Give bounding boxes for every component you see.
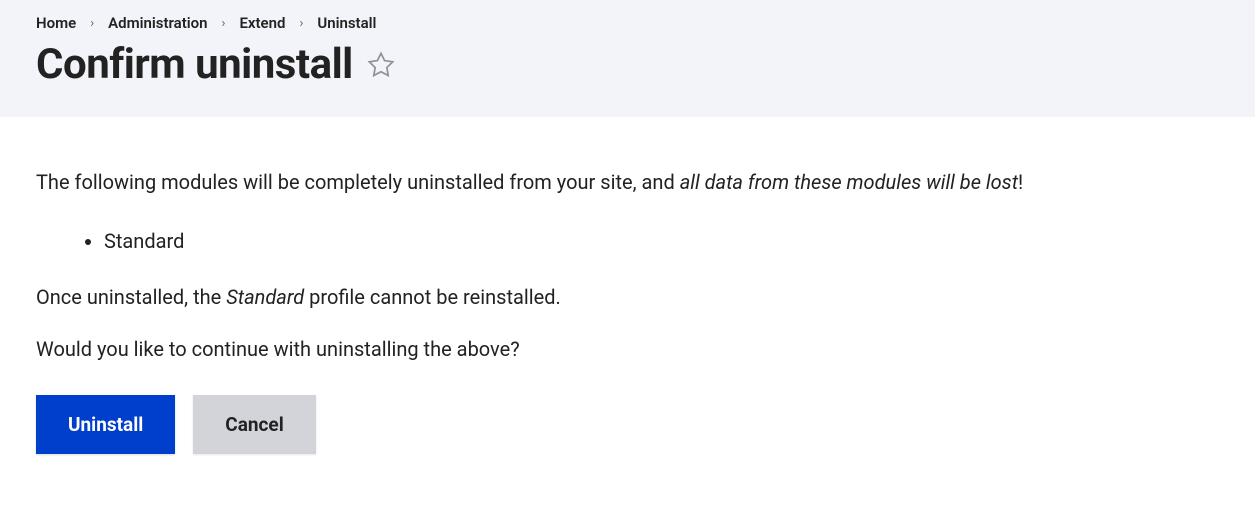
button-row: Uninstall Cancel	[36, 395, 1219, 454]
breadcrumb: Home › Administration › Extend › Uninsta…	[36, 14, 1219, 32]
content-region: The following modules will be completely…	[0, 117, 1255, 484]
breadcrumb-home[interactable]: Home	[36, 14, 76, 32]
chevron-right-icon: ›	[90, 16, 94, 31]
reinstall-warning: Once uninstalled, the Standard profile c…	[36, 285, 1219, 309]
module-list: Standard	[36, 225, 1219, 257]
uninstall-button[interactable]: Uninstall	[36, 395, 175, 454]
module-list-item: Standard	[104, 225, 1219, 257]
header-region: Home › Administration › Extend › Uninsta…	[0, 0, 1255, 117]
chevron-right-icon: ›	[222, 16, 226, 31]
page-title-row: Confirm uninstall	[36, 40, 1219, 89]
confirm-question: Would you like to continue with uninstal…	[36, 337, 1219, 361]
page-title: Confirm uninstall	[36, 40, 353, 89]
breadcrumb-extend[interactable]: Extend	[239, 14, 285, 32]
star-icon[interactable]	[367, 51, 395, 79]
warning-suffix: profile cannot be reinstalled.	[304, 285, 561, 309]
chevron-right-icon: ›	[299, 16, 303, 31]
cancel-button[interactable]: Cancel	[193, 395, 315, 454]
description-prefix: The following modules will be completely…	[36, 170, 680, 194]
breadcrumb-administration[interactable]: Administration	[108, 14, 207, 32]
description-emphasis: all data from these modules will be lost	[680, 170, 1018, 194]
breadcrumb-uninstall[interactable]: Uninstall	[317, 14, 376, 32]
uninstall-description: The following modules will be completely…	[36, 167, 1219, 197]
warning-prefix: Once uninstalled, the	[36, 285, 226, 309]
description-suffix: !	[1018, 170, 1023, 194]
warning-emphasis: Standard	[226, 285, 304, 309]
